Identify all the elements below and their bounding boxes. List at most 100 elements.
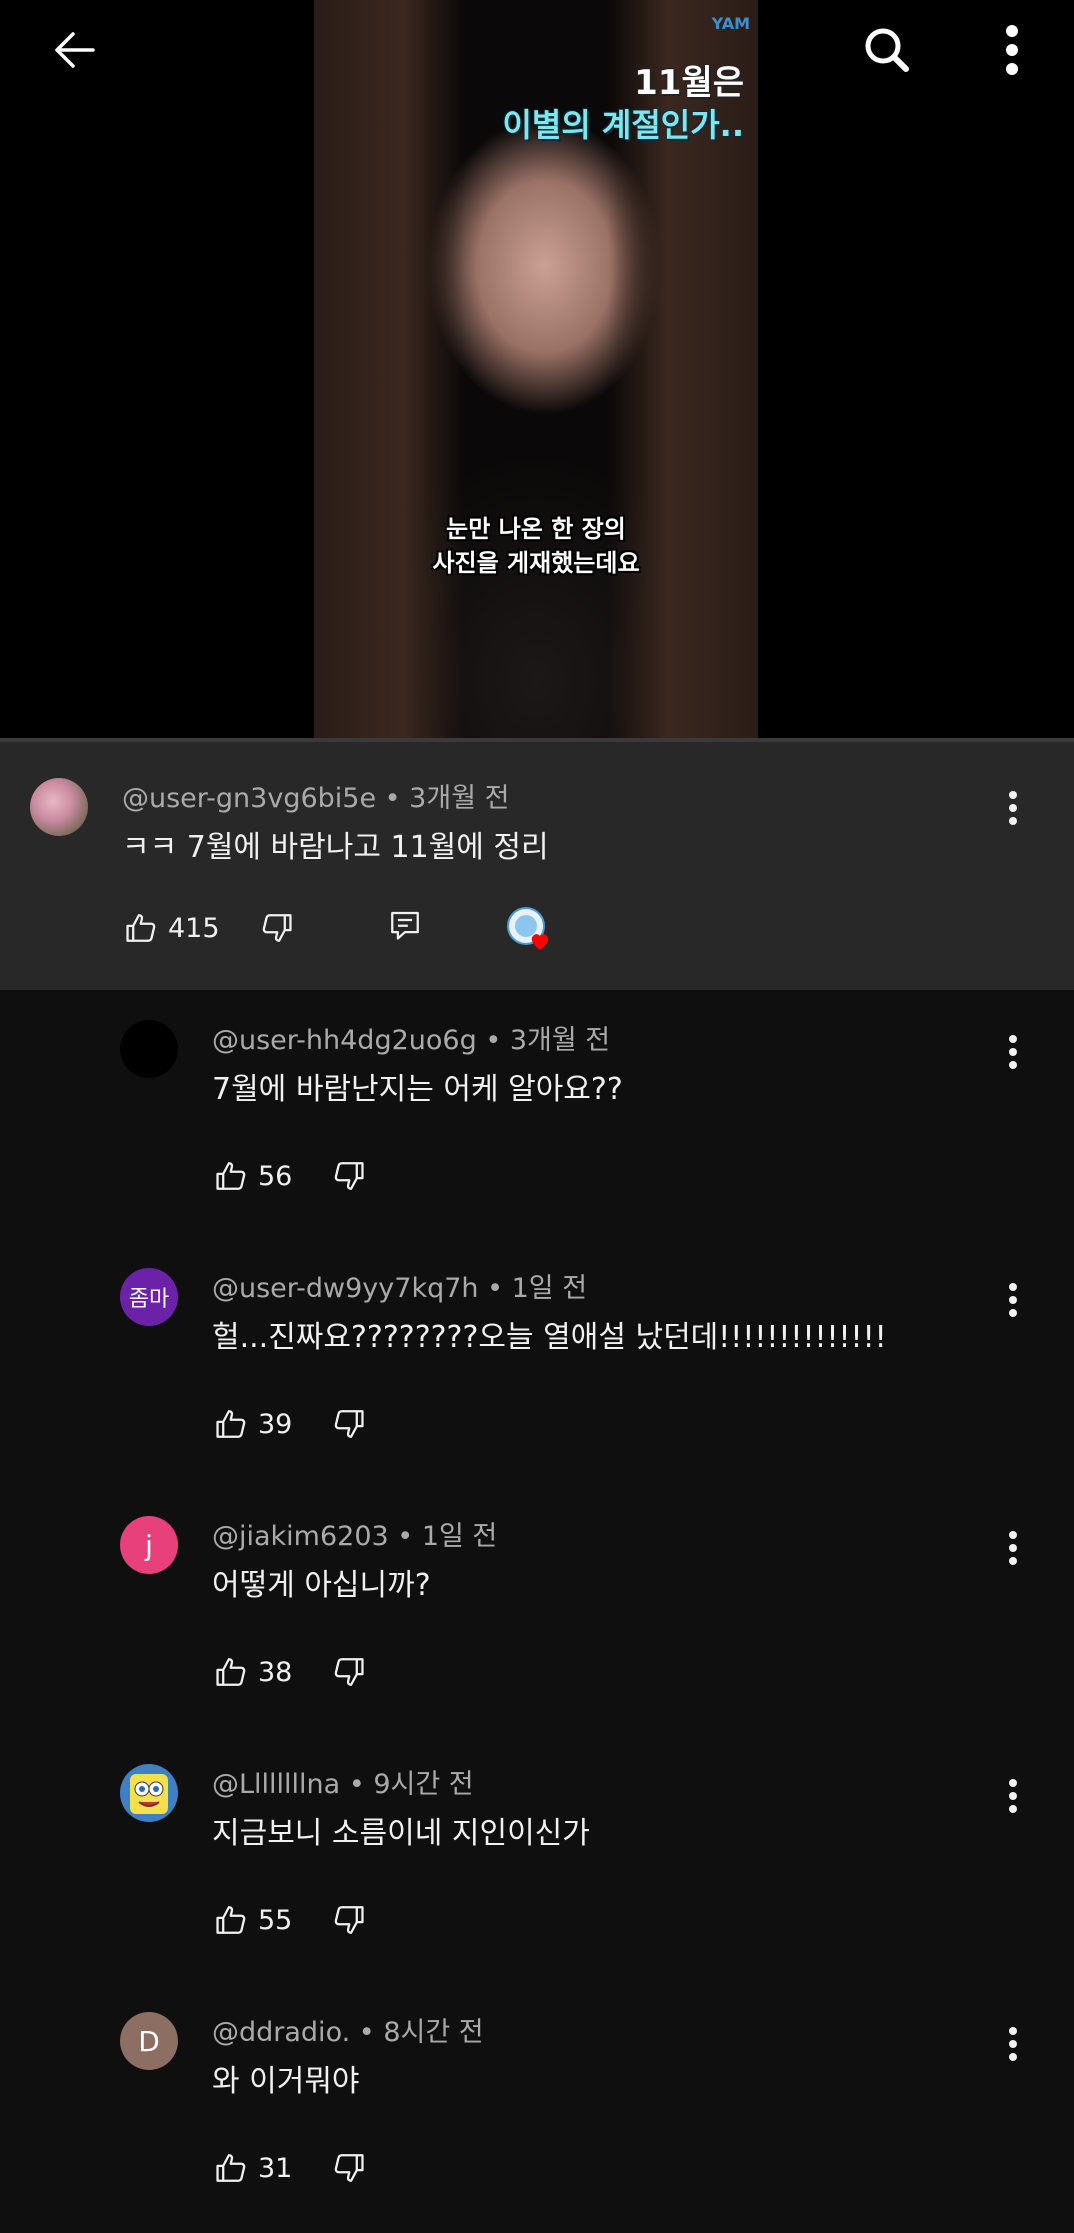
- reply-button[interactable]: [388, 908, 422, 946]
- avatar[interactable]: D: [120, 2012, 178, 2070]
- like-button[interactable]: 39: [214, 1407, 292, 1441]
- avatar[interactable]: [120, 1764, 178, 1822]
- video-thumbnail[interactable]: YAM 11월은 이별의 계절인가.. 눈만 나온 한 장의 사진을 게재했는데…: [314, 0, 758, 740]
- video-brand-mark: YAM: [711, 14, 750, 33]
- avatar-initials: D: [138, 2024, 160, 2058]
- meta-separator: •: [384, 783, 410, 814]
- comment-menu-button[interactable]: [993, 1520, 1033, 1576]
- comment-menu-button[interactable]: [993, 1768, 1033, 1824]
- comment-timestamp: 8시간 전: [383, 2017, 484, 2048]
- video-subtitle: 눈만 나온 한 장의 사진을 게재했는데요: [314, 512, 758, 580]
- comment-timestamp: 9시간 전: [373, 1769, 474, 1800]
- comment-menu-button[interactable]: [993, 1024, 1033, 1080]
- comment-text: 헐...진짜요????????오늘 열애설 났던데!!!!!!!!!!!!!!: [212, 1320, 887, 1355]
- video-caption-title: 11월은 이별의 계절인가..: [502, 62, 744, 146]
- thumbs-up-icon: [216, 1906, 246, 1934]
- comment-actions: 39: [214, 1400, 366, 1448]
- comment-username[interactable]: @Llllllllna: [212, 1769, 340, 1800]
- comment-username[interactable]: @jiakim6203: [212, 1521, 389, 1552]
- more-vertical-icon: [1006, 25, 1018, 75]
- reply-comment: @user-hh4dg2uo6g • 3개월 전 7월에 바람난지는 어케 알아…: [0, 990, 1074, 1238]
- highlighted-comment: @user-gn3vg6bi5e • 3개월 전 ㅋㅋ 7월에 바람나고 11월…: [0, 742, 1074, 990]
- video-subtitle-line2: 사진을 게재했는데요: [432, 549, 640, 577]
- comment-timestamp: 1일 전: [511, 1273, 588, 1304]
- comment-menu-button[interactable]: [993, 1272, 1033, 1328]
- meta-separator: •: [487, 1273, 512, 1304]
- back-button[interactable]: [44, 20, 104, 80]
- dislike-button[interactable]: [332, 1159, 366, 1193]
- video-player[interactable]: YAM 11월은 이별의 계절인가.. 눈만 나온 한 장의 사진을 게재했는데…: [0, 0, 1074, 742]
- thumbs-down-icon: [335, 1410, 364, 1438]
- reply-comment: 좀마 @user-dw9yy7kq7h • 1일 전 헐...진짜요??????…: [0, 1238, 1074, 1486]
- thumbs-up-icon: [216, 2154, 246, 2182]
- comment-text: 7월에 바람난지는 어케 알아요??: [212, 1072, 623, 1107]
- reply-comment: D @ddradio. • 8시간 전 와 이거뭐야 31: [0, 1982, 1074, 2233]
- more-vertical-icon: [1009, 791, 1017, 825]
- comment-meta: @user-dw9yy7kq7h • 1일 전: [212, 1266, 587, 1305]
- video-title-line1: 11월은: [634, 63, 744, 103]
- thumbs-up-icon: [216, 1658, 246, 1686]
- more-vertical-icon: [1009, 1531, 1017, 1565]
- comment-actions: 415: [124, 904, 294, 952]
- video-image-left: [314, 0, 464, 740]
- comment-meta: @Llllllllna • 9시간 전: [212, 1762, 474, 1801]
- comment-meta: @user-hh4dg2uo6g • 3개월 전: [212, 1018, 610, 1057]
- comment-actions: 55: [214, 1896, 366, 1944]
- like-count: 55: [258, 1904, 293, 1936]
- video-title-line2: 이별의 계절인가..: [502, 106, 744, 144]
- avatar-initials: 좀마: [128, 1287, 170, 1312]
- avatar-initials: j: [145, 1528, 153, 1562]
- thumbs-down-icon: [335, 1658, 364, 1686]
- comment-username[interactable]: @user-hh4dg2uo6g: [212, 1025, 477, 1056]
- comment-actions: 38: [214, 1648, 366, 1696]
- like-button[interactable]: 31: [214, 2151, 292, 2185]
- like-button[interactable]: 38: [214, 1655, 292, 1689]
- like-count: 38: [258, 1656, 293, 1688]
- comment-actions: 31: [214, 2144, 366, 2192]
- comment-username[interactable]: @user-gn3vg6bi5e: [122, 783, 376, 814]
- thumbs-down-icon: [262, 914, 292, 942]
- avatar[interactable]: 좀마: [120, 1268, 178, 1326]
- like-count: 39: [258, 1408, 293, 1440]
- like-button[interactable]: 415: [124, 911, 220, 945]
- thumbs-down-icon: [335, 2154, 364, 2182]
- thumbs-up-icon: [126, 914, 156, 942]
- reply-comment: @Llllllllna • 9시간 전 지금보니 소름이네 지인이신가 55: [0, 1734, 1074, 1982]
- search-button[interactable]: [857, 20, 917, 80]
- comment-timestamp: 3개월 전: [509, 1025, 611, 1056]
- comment-username[interactable]: @user-dw9yy7kq7h: [212, 1273, 479, 1304]
- video-subtitle-line1: 눈만 나온 한 장의: [446, 515, 626, 543]
- dislike-button[interactable]: [260, 911, 294, 945]
- meta-separator: •: [358, 2017, 384, 2048]
- avatar[interactable]: [30, 778, 88, 836]
- thumbs-up-icon: [216, 1162, 246, 1190]
- comment-text: ㅋㅋ 7월에 바람나고 11월에 정리: [122, 830, 549, 865]
- comment-username[interactable]: @ddradio.: [212, 2017, 350, 2048]
- avatar[interactable]: [120, 1020, 178, 1078]
- meta-separator: •: [348, 1769, 374, 1800]
- avatar[interactable]: j: [120, 1516, 178, 1574]
- search-icon: [865, 28, 909, 72]
- dislike-button[interactable]: [332, 2151, 366, 2185]
- dislike-button[interactable]: [332, 1407, 366, 1441]
- comment-menu-button[interactable]: [993, 2016, 1033, 2072]
- comment-meta: @jiakim6203 • 1일 전: [212, 1514, 497, 1553]
- reply-icon: [391, 911, 419, 940]
- like-button[interactable]: 55: [214, 1903, 292, 1937]
- more-options-button[interactable]: [982, 20, 1042, 80]
- thumbs-down-icon: [335, 1162, 364, 1190]
- like-count: 31: [258, 2152, 293, 2184]
- dislike-button[interactable]: [332, 1655, 366, 1689]
- comment-text: 지금보니 소름이네 지인이신가: [212, 1816, 590, 1851]
- comment-text: 와 이거뭐야: [212, 2064, 360, 2099]
- more-vertical-icon: [1009, 1779, 1017, 1813]
- dislike-button[interactable]: [332, 1903, 366, 1937]
- meta-separator: •: [397, 1521, 422, 1552]
- comment-text: 어떻게 아십니까?: [212, 1568, 431, 1603]
- more-vertical-icon: [1009, 2027, 1017, 2061]
- comment-menu-button[interactable]: [993, 780, 1033, 836]
- heart-icon: [507, 907, 549, 950]
- back-arrow-icon: [55, 32, 95, 68]
- thumbs-down-icon: [335, 1906, 364, 1934]
- like-button[interactable]: 56: [214, 1159, 292, 1193]
